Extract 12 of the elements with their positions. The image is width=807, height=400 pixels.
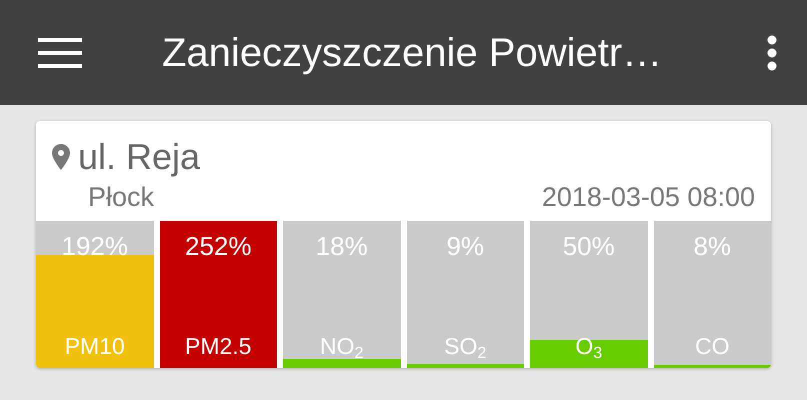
pollutant-label: PM2.5 [184,332,252,361]
percentage-reading: 252% [184,230,252,264]
percentage-reading: 192% [60,230,129,264]
street-name: ul. Reja [78,137,200,177]
location-pin-icon [52,144,70,170]
pollutant-label: O$_{3}$ [574,332,604,364]
pollutant-label: PM10 [64,332,126,361]
timestamp: 2018-03-05 08:00 [542,180,755,214]
city-name: Płock [88,180,154,214]
menu-icon[interactable] [38,38,82,68]
app-title: Zanieczyszczenie Powietr… [162,30,662,76]
more-options-icon[interactable] [767,34,777,70]
